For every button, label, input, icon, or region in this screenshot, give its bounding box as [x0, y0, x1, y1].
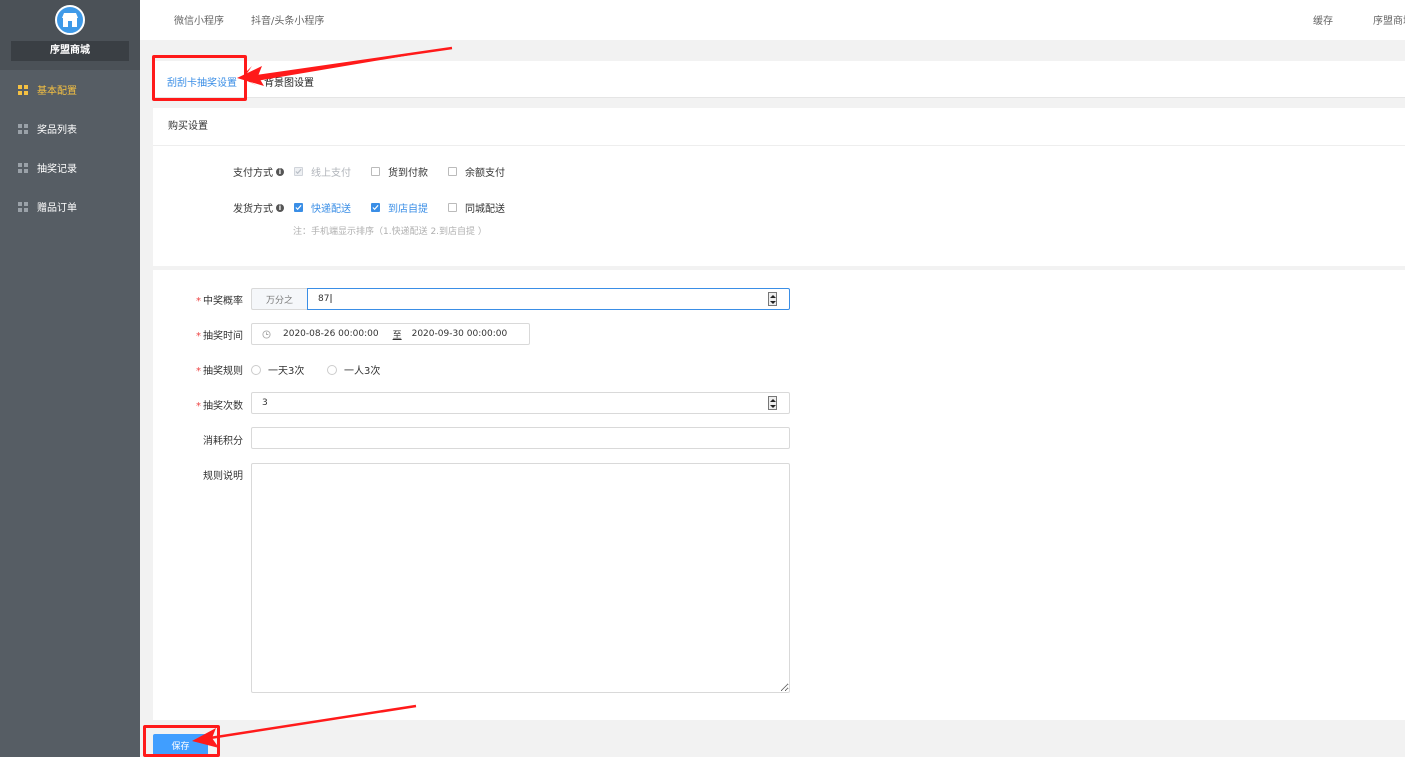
logo-area: 序盟商城 [0, 0, 140, 70]
time-end: 2020-09-30 00:00:00 [411, 329, 508, 339]
sidebar-item-prize-list[interactable]: 奖品列表 [0, 109, 140, 148]
save-button[interactable]: 保存 [153, 734, 208, 756]
sidebar: 序盟商城 基本配置 奖品列表 抽奖记录 赠品订单 [0, 0, 140, 757]
top-link-shop[interactable]: 序盟商城 [1373, 12, 1405, 27]
delivery-label-text: 发货方式 [233, 204, 273, 215]
checkbox-box [294, 203, 303, 212]
radio-label: 一天3次 [268, 366, 305, 377]
checkbox-box [371, 167, 380, 176]
top-bar: 微信小程序 抖音/头条小程序 缓存 序盟商城 [140, 0, 1405, 40]
check-icon [372, 204, 379, 211]
rule-label: * 抽奖规则 [153, 362, 243, 377]
rule-label-text: 抽奖规则 [203, 366, 243, 377]
checkbox-label: 快递配送 [311, 204, 351, 215]
desc-label: 规则说明 [203, 471, 243, 482]
store-icon [62, 13, 78, 27]
rule-description-textarea[interactable] [251, 463, 790, 693]
top-link-douyin[interactable]: 抖音/头条小程序 [251, 12, 324, 27]
rate-input[interactable]: 87 | [307, 288, 790, 310]
purchase-settings-card: 购买设置 支付方式 i 线上支付 货到付款 余额支付 发货方式 i 快递配送 到… [153, 108, 1405, 266]
grid-icon [18, 162, 28, 173]
points-label: 消耗积分 [203, 436, 243, 447]
top-link-wechat[interactable]: 微信小程序 [174, 12, 224, 27]
delivery-local-checkbox[interactable]: 同城配送 [448, 200, 505, 215]
draw-settings-form: * 中奖概率 万分之 87 | * 抽奖时间 2020-08-26 00:00:00 … [153, 270, 1405, 720]
delivery-express-checkbox[interactable]: 快递配送 [294, 200, 351, 215]
tab-background-settings[interactable]: 背景图设置 [264, 74, 314, 89]
time-label: * 抽奖时间 [153, 327, 243, 342]
delivery-method-label: 发货方式 i [233, 200, 284, 215]
required-mark: * [196, 401, 201, 412]
check-icon [295, 168, 302, 175]
payment-label-text: 支付方式 [233, 168, 273, 179]
bottom-bar [140, 720, 1405, 757]
sidebar-item-basic-config[interactable]: 基本配置 [0, 70, 140, 109]
shop-name: 序盟商城 [11, 41, 129, 61]
info-icon: i [276, 167, 284, 176]
sidebar-item-gift-orders[interactable]: 赠品订单 [0, 187, 140, 226]
time-label-text: 抽奖时间 [203, 331, 243, 342]
checkbox-label: 货到付款 [388, 168, 428, 179]
tab-scratch-card-settings[interactable]: 刮刮卡抽奖设置 [167, 74, 237, 89]
number-stepper[interactable] [768, 292, 777, 306]
payment-method-label: 支付方式 i [233, 164, 284, 179]
date-range-picker[interactable]: 2020-08-26 00:00:00 至 2020-09-30 00:00:0… [251, 323, 530, 345]
checkbox-box [294, 167, 303, 176]
radio-circle [251, 364, 261, 375]
rule-per-person-radio[interactable]: 一人3次 [327, 362, 380, 377]
card-title: 购买设置 [153, 108, 1405, 146]
number-stepper[interactable] [768, 396, 777, 410]
sidebar-item-label: 赠品订单 [37, 203, 77, 214]
shop-logo [55, 5, 85, 35]
count-label: * 抽奖次数 [153, 397, 243, 412]
required-mark: * [196, 296, 201, 307]
payment-cod-checkbox[interactable]: 货到付款 [371, 164, 428, 179]
required-mark: * [196, 331, 201, 342]
checkbox-label: 线上支付 [311, 168, 351, 179]
payment-balance-checkbox[interactable]: 余额支付 [448, 164, 505, 179]
checkbox-label: 到店自提 [388, 204, 428, 215]
time-separator: 至 [392, 330, 402, 341]
sidebar-item-draw-records[interactable]: 抽奖记录 [0, 148, 140, 187]
sidebar-item-label: 基本配置 [37, 86, 77, 97]
grid-icon [18, 201, 28, 212]
checkbox-label: 余额支付 [465, 168, 505, 179]
count-value: 3 [262, 398, 268, 408]
text-cursor: | [329, 294, 333, 304]
sidebar-item-label: 奖品列表 [37, 125, 77, 136]
checkbox-label: 同城配送 [465, 204, 505, 215]
rate-label-text: 中奖概率 [203, 296, 243, 307]
time-start: 2020-08-26 00:00:00 [283, 329, 379, 339]
grid-icon [18, 84, 28, 95]
rate-value: 87 [318, 294, 330, 304]
required-mark: * [196, 366, 201, 377]
points-input[interactable] [251, 427, 790, 449]
radio-circle [327, 364, 337, 375]
sidebar-item-label: 抽奖记录 [37, 164, 77, 175]
clock-icon [262, 329, 271, 339]
payment-online-checkbox[interactable]: 线上支付 [294, 164, 351, 179]
tabs-bar: 刮刮卡抽奖设置 背景图设置 [153, 61, 1405, 98]
check-icon [295, 204, 302, 211]
rule-per-day-radio[interactable]: 一天3次 [251, 362, 304, 377]
delivery-order-note: 注：手机端显示排序（1.快递配送 2.到店自提 ） [293, 227, 487, 237]
grid-icon [18, 123, 28, 134]
checkbox-box [448, 203, 457, 212]
info-icon: i [276, 203, 284, 212]
delivery-pickup-checkbox[interactable]: 到店自提 [371, 200, 428, 215]
rate-prefix: 万分之 [251, 288, 307, 310]
checkbox-box [448, 167, 457, 176]
draw-count-input[interactable]: 3 [251, 392, 790, 414]
top-link-cache[interactable]: 缓存 [1313, 12, 1333, 27]
checkbox-box [371, 203, 380, 212]
radio-label: 一人3次 [344, 366, 381, 377]
count-label-text: 抽奖次数 [203, 401, 243, 412]
rate-label: * 中奖概率 [153, 292, 243, 307]
